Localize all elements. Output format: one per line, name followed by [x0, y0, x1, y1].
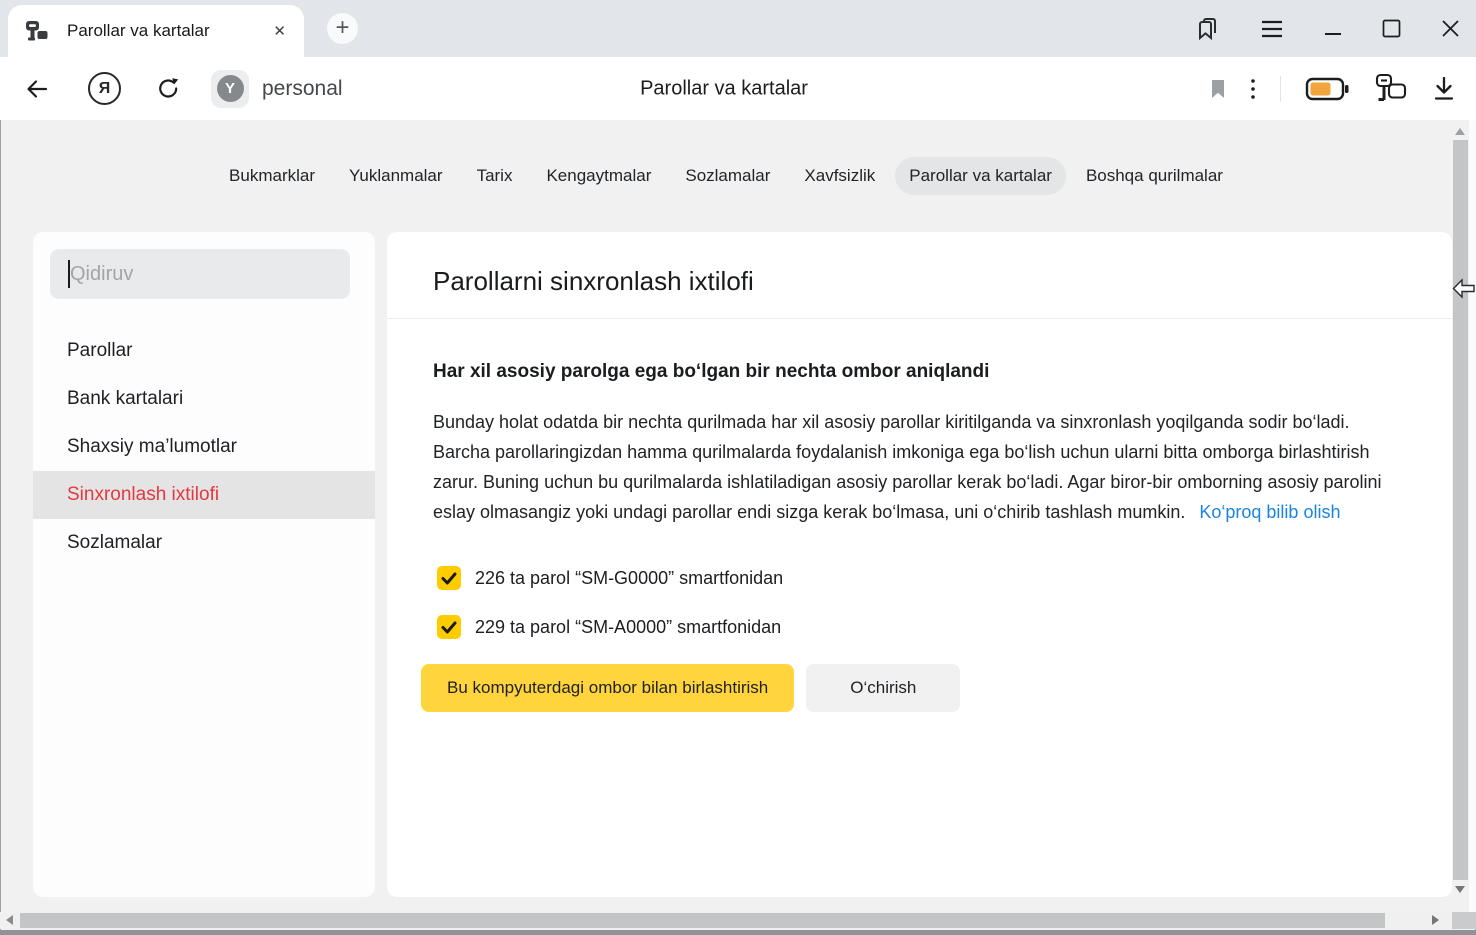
learn-more-link[interactable]: Ko‘proq bilib olish [1199, 502, 1340, 522]
vault-label: 229 ta parol “SM-A0000” smartfonidan [475, 617, 781, 638]
vertical-scrollbar-thumb[interactable] [1453, 140, 1468, 880]
window-right-margin [1469, 120, 1476, 912]
horizontal-scrollbar[interactable] [0, 912, 1452, 929]
description-paragraph-2: Barcha parollaringizdan hamma qurilmalar… [433, 437, 1406, 527]
mouse-cursor [1452, 278, 1476, 300]
scroll-up-arrow[interactable] [1455, 128, 1465, 135]
nav-tab-history[interactable]: Tarix [463, 157, 527, 195]
divider [387, 318, 1452, 319]
minimize-button[interactable] [1324, 19, 1342, 39]
yandex-logo-icon[interactable]: Я [88, 72, 121, 105]
scroll-left-arrow[interactable] [6, 915, 13, 925]
vertical-scrollbar[interactable] [1452, 120, 1469, 912]
description-paragraph-1: Bunday holat odatda bir nechta qurilmada… [433, 407, 1406, 437]
toolbar-page-title: Parollar va kartalar [640, 77, 808, 100]
settings-nav: Bukmarklar Yuklanmalar Tarix Kengaytmala… [0, 120, 1452, 232]
checkbox-checked-icon[interactable] [437, 566, 461, 590]
sidebar-item-passwords[interactable]: Parollar [33, 327, 375, 375]
menu-hamburger-icon[interactable] [1260, 19, 1284, 39]
close-window-button[interactable] [1441, 19, 1460, 38]
merge-button[interactable]: Bu kompyuterdagi ombor bilan birlashtiri… [421, 664, 794, 712]
checkbox-checked-icon[interactable] [437, 615, 461, 639]
vault-row: 229 ta parol “SM-A0000” smartfonidan [437, 614, 1452, 640]
tab-close-icon[interactable]: ✕ [267, 20, 292, 43]
tab-title: Parollar va kartalar [67, 21, 267, 41]
sidebar-item-bank-cards[interactable]: Bank kartalari [33, 375, 375, 423]
conflict-subtitle: Har xil asosiy parolga ega bo‘lgan bir n… [433, 360, 1406, 384]
tab-bar: Parollar va kartalar ✕ + [0, 0, 1476, 57]
text-caret [68, 260, 70, 288]
more-options-icon[interactable] [1250, 78, 1256, 100]
window-bottom-frame [0, 930, 1476, 935]
sidebar-item-sync-conflict[interactable]: Sinxronlash ixtilofi [33, 471, 375, 519]
scrollbar-corner [1452, 912, 1476, 929]
scroll-right-arrow[interactable] [1432, 915, 1439, 925]
nav-tab-other-devices[interactable]: Boshqa qurilmalar [1072, 157, 1237, 195]
toolbar-divider [1280, 76, 1281, 102]
conflict-description: Bunday holat odatda bir nechta qurilmada… [433, 407, 1406, 527]
address-bar-text[interactable]: personal [262, 77, 343, 101]
bookmark-icon[interactable] [1210, 79, 1226, 99]
browser-window: Parollar va kartalar ✕ + [0, 0, 1476, 935]
nav-tab-downloads[interactable]: Yuklanmalar [335, 157, 457, 195]
horizontal-scrollbar-thumb[interactable] [20, 913, 1385, 928]
battery-icon[interactable] [1305, 76, 1350, 102]
sync-conflict-panel: Parollarni sinxronlash ixtilofi Har xil … [387, 232, 1452, 897]
passwords-manager-icon[interactable] [1374, 73, 1408, 104]
refresh-button[interactable] [155, 75, 182, 102]
search-input[interactable] [50, 249, 350, 299]
vault-row: 226 ta parol “SM-G0000” smartfonidan [437, 565, 1452, 591]
profile-avatar: Y [217, 75, 244, 102]
sidebar-item-settings[interactable]: Sozlamalar [33, 519, 375, 567]
nav-tab-settings[interactable]: Sozlamalar [671, 157, 784, 195]
nav-tab-security[interactable]: Xavfsizlik [790, 157, 889, 195]
nav-tab-bookmarks[interactable]: Bukmarklar [215, 157, 329, 195]
profile-badge[interactable]: Y [211, 70, 249, 108]
maximize-button[interactable] [1382, 19, 1401, 38]
delete-button[interactable]: O‘chirish [806, 664, 960, 712]
browser-tab[interactable]: Parollar va kartalar ✕ [8, 5, 304, 57]
bookmarks-panel-icon[interactable] [1194, 16, 1220, 42]
scroll-down-arrow[interactable] [1455, 886, 1465, 893]
vault-label: 226 ta parol “SM-G0000” smartfonidan [475, 568, 783, 589]
back-button[interactable] [24, 76, 50, 102]
nav-tab-passwords-cards[interactable]: Parollar va kartalar [895, 157, 1066, 195]
passwords-sidebar: Parollar Bank kartalari Shaxsiy ma’lumot… [33, 232, 375, 897]
browser-toolbar: Я Y personal Parollar va kartalar [0, 57, 1476, 120]
nav-tab-extensions[interactable]: Kengaytmalar [532, 157, 665, 195]
sidebar-item-personal-data[interactable]: Shaxsiy ma’lumotlar [33, 423, 375, 471]
new-tab-button[interactable]: + [327, 13, 358, 44]
passwords-key-card-favicon [24, 18, 50, 44]
downloads-icon[interactable] [1432, 75, 1456, 102]
sidebar-search [50, 249, 350, 299]
page-title: Parollarni sinxronlash ixtilofi [387, 232, 1452, 300]
